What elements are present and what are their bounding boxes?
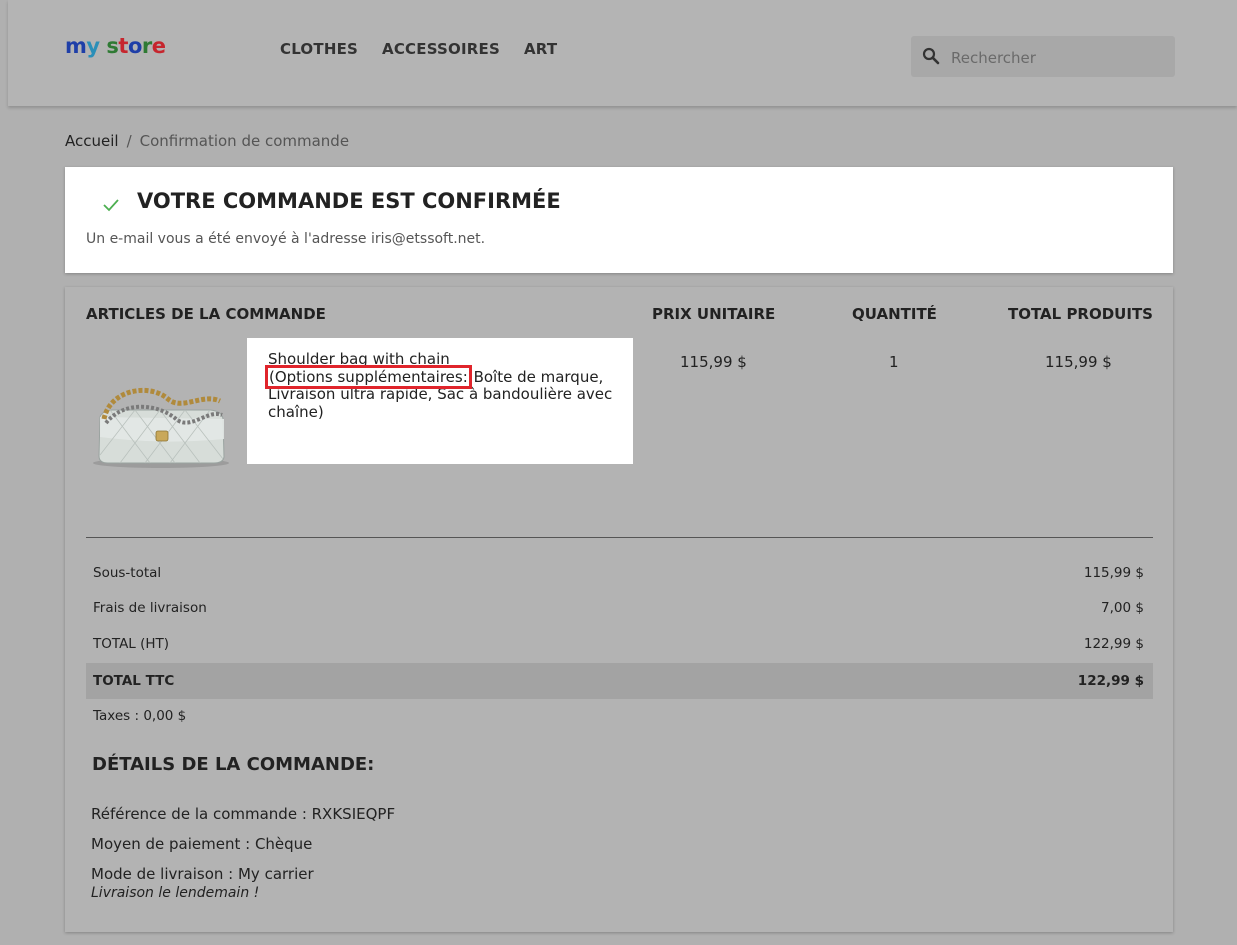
column-header-quantity: QUANTITÉ xyxy=(852,305,937,323)
breadcrumb-current: Confirmation de commande xyxy=(139,132,350,150)
breadcrumb: Accueil / Confirmation de commande xyxy=(65,132,349,150)
logo-letter-m: m xyxy=(65,34,87,58)
check-icon xyxy=(103,199,119,212)
shipping-method: Mode de livraison : My carrier xyxy=(91,865,314,883)
total-ht-label: TOTAL (HT) xyxy=(93,636,170,652)
column-header-unit-price: PRIX UNITAIRE xyxy=(652,305,776,323)
order-confirmation-card: VOTRE COMMANDE EST CONFIRMÉE Un e-mail v… xyxy=(65,167,1173,273)
column-header-items: ARTICLES DE LA COMMANDE xyxy=(86,305,326,323)
subtotal-row: Sous-total 115,99 $ xyxy=(86,555,1153,591)
product-unit-price: 115,99 $ xyxy=(680,353,747,371)
main-nav: CLOTHES ACCESSOIRES ART xyxy=(280,40,557,58)
total-ht-value: 122,99 $ xyxy=(1083,636,1144,652)
product-description: Shoulder bag with chain (Options supplém… xyxy=(247,338,633,464)
product-options-label: (Options supplémentaires: xyxy=(265,364,472,389)
column-header-total: TOTAL PRODUITS xyxy=(1008,305,1153,323)
product-quantity: 1 xyxy=(889,353,899,371)
nav-accessoires[interactable]: ACCESSOIRES xyxy=(382,40,500,58)
subtotal-value: 115,99 $ xyxy=(1083,565,1144,581)
logo-letter-r: r xyxy=(141,34,152,58)
total-ttc-row: TOTAL TTC 122,99 $ xyxy=(86,663,1153,699)
product-image[interactable] xyxy=(90,379,232,471)
product-total: 115,99 $ xyxy=(1045,353,1112,371)
order-reference: Référence de la commande : RXKSIEQPF xyxy=(91,805,396,823)
shipping-label: Frais de livraison xyxy=(93,600,207,616)
logo-letter-o: o xyxy=(127,34,142,58)
subtotal-label: Sous-total xyxy=(93,565,162,581)
store-logo[interactable]: my store xyxy=(65,34,166,58)
taxes-line: Taxes : 0,00 $ xyxy=(93,708,187,724)
total-ttc-label: TOTAL TTC xyxy=(93,673,175,689)
shipping-value: 7,00 $ xyxy=(1101,600,1144,616)
total-ht-row: TOTAL (HT) 122,99 $ xyxy=(86,626,1153,662)
search-box[interactable] xyxy=(911,36,1175,79)
shipping-row: Frais de livraison 7,00 $ xyxy=(86,590,1153,626)
confirmation-email-message: Un e-mail vous a été envoyé à l'adresse … xyxy=(86,231,486,247)
product-options: (Options supplémentaires: Boîte de marqu… xyxy=(265,364,623,422)
nav-clothes[interactable]: CLOTHES xyxy=(280,40,358,58)
logo-letter-e: e xyxy=(151,34,166,58)
order-summary-card: ARTICLES DE LA COMMANDE PRIX UNITAIRE QU… xyxy=(65,287,1173,932)
breadcrumb-separator: / xyxy=(126,132,132,150)
nav-art[interactable]: ART xyxy=(524,40,557,58)
order-details-title: DÉTAILS DE LA COMMANDE: xyxy=(92,754,375,775)
breadcrumb-home[interactable]: Accueil xyxy=(65,132,119,150)
search-input[interactable] xyxy=(949,36,1169,79)
payment-method: Moyen de paiement : Chèque xyxy=(91,835,313,853)
logo-letter-t: t xyxy=(118,34,128,58)
site-header: my store CLOTHES ACCESSOIRES ART xyxy=(8,0,1237,106)
logo-letter-s: s xyxy=(106,34,119,58)
confirmation-title: VOTRE COMMANDE EST CONFIRMÉE xyxy=(137,189,561,213)
total-ttc-value: 122,99 $ xyxy=(1077,673,1144,689)
search-icon[interactable] xyxy=(922,47,940,65)
logo-letter-y: y xyxy=(86,34,100,58)
divider xyxy=(86,537,1153,538)
product-name[interactable]: Shoulder bag with chain xyxy=(268,350,623,369)
shipping-note: Livraison le lendemain ! xyxy=(91,885,260,901)
